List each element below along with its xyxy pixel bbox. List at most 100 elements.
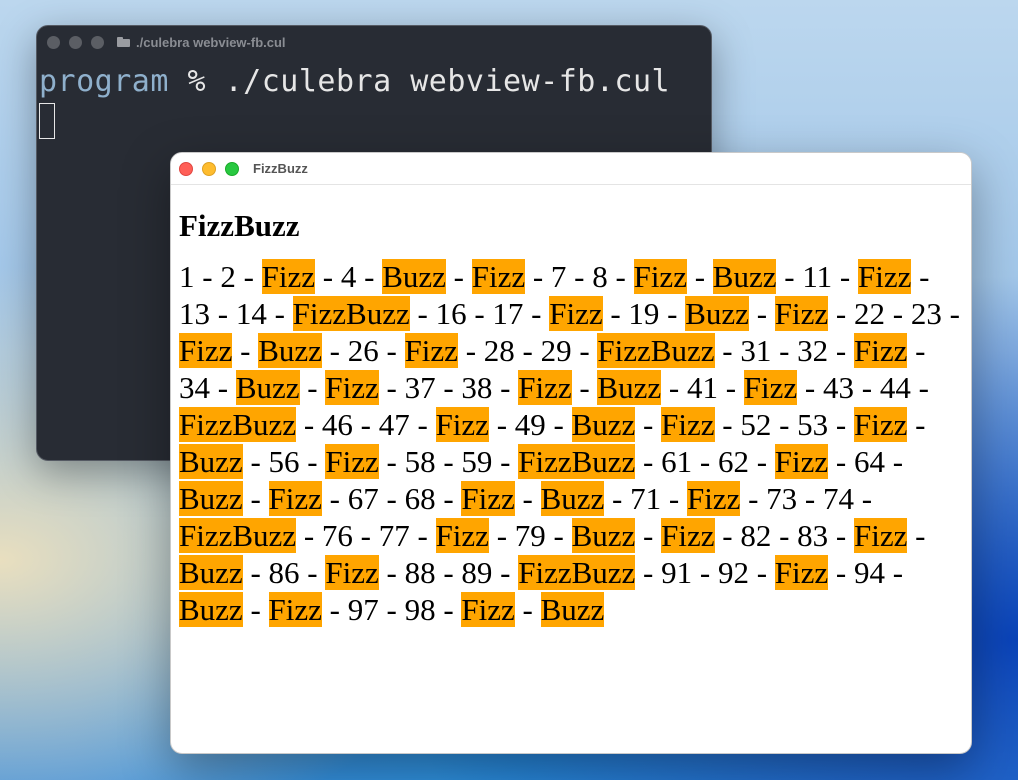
fizzbuzz-word: Fizz <box>325 555 379 591</box>
fizzbuzz-number: 32 <box>797 333 829 369</box>
fizzbuzz-number: 46 <box>321 407 353 443</box>
fizzbuzz-number: 86 <box>268 555 300 591</box>
separator: - <box>692 555 718 591</box>
separator: - <box>828 555 854 591</box>
separator: - <box>194 259 221 295</box>
fizzbuzz-number: 59 <box>461 444 493 480</box>
fizzbuzz-word: Buzz <box>258 333 322 369</box>
fizzbuzz-number: 17 <box>492 296 524 332</box>
fizzbuzz-number: 62 <box>717 444 749 480</box>
fizzbuzz-word: Fizz <box>435 518 489 554</box>
fizzbuzz-word: Fizz <box>858 259 912 295</box>
separator: - <box>321 481 348 517</box>
fizzbuzz-word: Fizz <box>774 296 829 332</box>
fizzbuzz-output: 1 - 2 - Fizz - 4 - Buzz - Fizz - 7 - 8 -… <box>179 258 963 628</box>
fizzbuzz-word: Fizz <box>549 296 603 332</box>
fizzbuzz-number: 53 <box>797 407 829 443</box>
fizzbuzz-word: FizzBuzz <box>179 407 297 443</box>
separator: - <box>525 259 551 295</box>
webview-titlebar[interactable]: FizzBuzz <box>171 153 971 185</box>
separator: - <box>571 370 598 406</box>
separator: - <box>884 444 904 480</box>
separator: - <box>296 407 322 443</box>
webview-close-button[interactable] <box>179 161 193 176</box>
terminal-cursor[interactable] <box>39 103 55 139</box>
separator: - <box>356 259 383 295</box>
terminal-zoom-button[interactable] <box>91 35 104 49</box>
separator: - <box>435 481 462 517</box>
separator: - <box>435 592 462 628</box>
separator: - <box>692 444 718 480</box>
fizzbuzz-word: Fizz <box>743 370 798 406</box>
fizzbuzz-word: Fizz <box>853 407 908 443</box>
separator: - <box>853 370 880 406</box>
fizzbuzz-number: 58 <box>404 444 436 480</box>
separator: - <box>514 481 541 517</box>
separator: - <box>907 518 926 554</box>
separator: - <box>635 407 662 443</box>
fizzbuzz-number: 1 <box>179 259 195 295</box>
fizzbuzz-number: 56 <box>268 444 300 480</box>
separator: - <box>266 296 293 332</box>
fizzbuzz-word: Fizz <box>461 592 515 628</box>
fizzbuzz-word: Buzz <box>179 592 243 628</box>
webview-zoom-button[interactable] <box>225 161 239 176</box>
fizzbuzz-number: 49 <box>514 407 546 443</box>
terminal-close-button[interactable] <box>47 35 60 49</box>
separator: - <box>661 481 687 517</box>
separator: - <box>242 555 269 591</box>
fizzbuzz-number: 28 <box>483 333 515 369</box>
separator: - <box>884 555 904 591</box>
fizzbuzz-number: 97 <box>347 592 379 628</box>
separator: - <box>635 555 662 591</box>
fizzbuzz-word: Fizz <box>179 333 233 369</box>
fizzbuzz-word: Buzz <box>382 259 446 295</box>
fizzbuzz-word: Fizz <box>325 444 379 480</box>
webview-minimize-button[interactable] <box>202 161 216 176</box>
fizzbuzz-word: Buzz <box>235 370 300 406</box>
fizzbuzz-number: 88 <box>404 555 436 591</box>
separator: - <box>714 333 741 369</box>
fizzbuzz-number: 98 <box>404 592 436 628</box>
fizzbuzz-number: 41 <box>686 370 718 406</box>
fizzbuzz-word: Fizz <box>268 481 322 517</box>
fizzbuzz-number: 82 <box>740 518 772 554</box>
fizzbuzz-number: 83 <box>797 518 829 554</box>
separator: - <box>659 296 686 332</box>
separator: - <box>771 518 798 554</box>
separator: - <box>797 370 823 406</box>
fizzbuzz-word: Buzz <box>571 407 636 443</box>
separator: - <box>828 444 854 480</box>
separator: - <box>232 333 259 369</box>
fizzbuzz-number: 73 <box>766 481 798 517</box>
separator: - <box>635 444 662 480</box>
separator: - <box>771 407 798 443</box>
fizzbuzz-number: 14 <box>235 296 267 332</box>
terminal-minimize-button[interactable] <box>69 35 82 49</box>
fizzbuzz-number: 92 <box>717 555 749 591</box>
fizzbuzz-word: FizzBuzz <box>518 444 636 480</box>
fizzbuzz-word: Fizz <box>774 444 829 480</box>
separator: - <box>435 444 462 480</box>
fizzbuzz-word: Fizz <box>774 555 829 591</box>
fizzbuzz-word: Fizz <box>461 481 515 517</box>
separator: - <box>378 444 405 480</box>
separator: - <box>604 481 631 517</box>
fizzbuzz-word: Buzz <box>597 370 662 406</box>
fizzbuzz-number: 64 <box>853 444 885 480</box>
fizzbuzz-word: Fizz <box>325 370 379 406</box>
fizzbuzz-number: 76 <box>321 518 353 554</box>
terminal-titlebar[interactable]: ./culebra webview-fb.cul <box>37 26 711 58</box>
terminal-prompt-line: program % ./culebra webview-fb.cul <box>37 64 711 99</box>
fizzbuzz-word: Buzz <box>685 296 749 332</box>
fizzbuzz-number: 68 <box>404 481 436 517</box>
separator: - <box>635 518 662 554</box>
separator: - <box>409 518 436 554</box>
fizzbuzz-number: 79 <box>514 518 546 554</box>
fizzbuzz-word: Fizz <box>268 592 322 628</box>
fizzbuzz-word: Buzz <box>179 444 243 480</box>
fizzbuzz-number: 77 <box>378 518 410 554</box>
separator: - <box>941 296 960 332</box>
fizzbuzz-number: 13 <box>179 296 210 332</box>
separator: - <box>884 296 911 332</box>
